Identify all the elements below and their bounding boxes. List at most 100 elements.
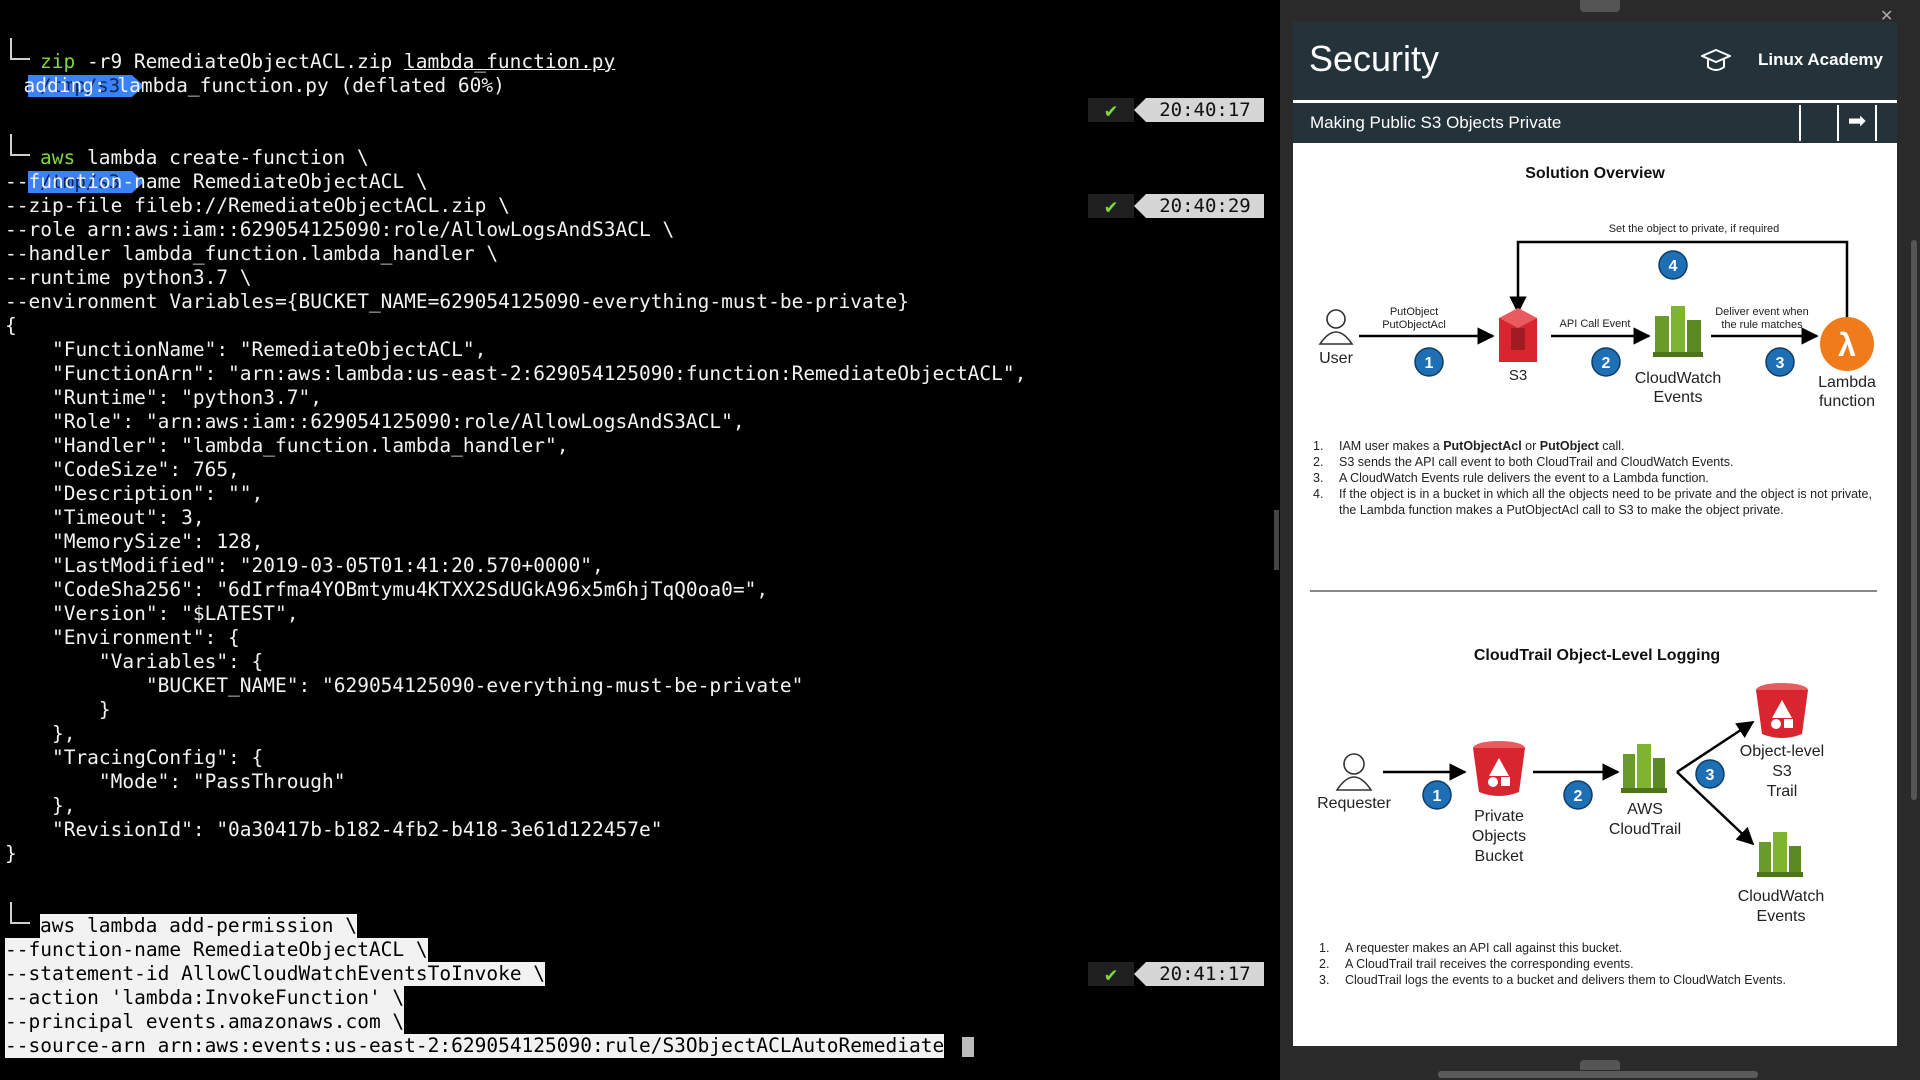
command-line[interactable]: aws lambda create-function \ xyxy=(0,146,1280,170)
list-item: 1. A requester makes an API call against … xyxy=(1319,941,1623,955)
s3-icon xyxy=(1499,308,1537,362)
selected-command-text[interactable]: --source-arn arn:aws:events:us-east-2:62… xyxy=(5,1034,945,1058)
json-output-line: }, xyxy=(5,794,76,817)
json-output-line: "RevisionId": "0a30417b-b182-4fb2-b418-3… xyxy=(5,818,663,841)
json-output-line: "Role": "arn:aws:iam::629054125090:role/… xyxy=(5,410,745,433)
close-icon[interactable]: ✕ xyxy=(1880,6,1893,25)
selected-command-text[interactable]: --action 'lambda:InvokeFunction' \ xyxy=(5,986,405,1010)
ct-step-badge-3: 3 xyxy=(1695,759,1725,789)
json-output-line: "CodeSize": 765, xyxy=(5,458,240,481)
list-item: 3. CloudTrail logs the events to a bucket… xyxy=(1319,973,1786,987)
panel-vertical-scrollbar[interactable] xyxy=(1911,240,1917,800)
output-line: adding: lambda_function.py (deflated 60%… xyxy=(0,74,505,97)
panel-top-handle[interactable] xyxy=(1580,0,1620,12)
trail-label: Trail xyxy=(1767,783,1798,800)
terminal-window[interactable]: /tmp/s3 ✔ 20:40:17 zip -r9 RemediateObje… xyxy=(0,0,1280,1080)
command-line[interactable]: zip -r9 RemediateObjectACL.zip lambda_fu… xyxy=(0,50,1280,74)
command-arg-line: --handler lambda_function.lambda_handler… xyxy=(5,242,499,265)
command-arg-line[interactable]: --function-name RemediateObjectACL \ xyxy=(0,938,1280,962)
json-output-line: "FunctionName": "RemediateObjectACL", xyxy=(5,338,487,361)
json-output-line: } xyxy=(5,698,111,721)
success-check-icon: ✔ xyxy=(1088,98,1134,122)
command-args: lambda create-function \ xyxy=(75,146,369,169)
text-cursor xyxy=(962,1037,974,1057)
object-level-trail-icon xyxy=(1756,683,1808,738)
prompt-timestamp-box: ✔ 20:40:17 xyxy=(1088,98,1264,122)
selected-command-text[interactable]: --statement-id AllowCloudWatchEventsToIn… xyxy=(5,962,546,986)
cw-events-events-label: Events xyxy=(1757,908,1806,925)
json-output-line: "Timeout": 3, xyxy=(5,506,205,529)
json-output-line: "Description": "", xyxy=(5,482,264,505)
cloudwatch-icon xyxy=(1653,306,1703,357)
json-output-line: "MemorySize": 128, xyxy=(5,530,264,553)
put-object-label: PutObject xyxy=(1390,306,1438,318)
rule-matches-label: the rule matches xyxy=(1721,319,1803,331)
ct-step-badge-1: 1 xyxy=(1422,780,1452,810)
cloudtrail-label: CloudTrail xyxy=(1609,821,1681,838)
json-output-line: "TracingConfig": { xyxy=(5,746,264,769)
slide-diagram: Solution Overview Set the object to priv… xyxy=(1310,165,1877,925)
json-output-line: "Variables": { xyxy=(5,650,264,673)
cloudtrail-steps-list: 1. A requester makes an API call against … xyxy=(1319,940,1879,988)
events-label: Events xyxy=(1654,389,1703,406)
list-item: 4. If the object is in a bucket in which … xyxy=(1313,487,1872,517)
command-file-link[interactable]: lambda_function.py xyxy=(404,50,615,73)
command-arg-line[interactable]: --source-arn arn:aws:events:us-east-2:62… xyxy=(0,1034,1280,1058)
command-line[interactable]: aws lambda add-permission \ xyxy=(0,914,1280,938)
objects-label: Objects xyxy=(1472,828,1526,845)
cloudwatch-label: CloudWatch xyxy=(1635,370,1722,387)
selected-command-text[interactable]: --principal events.amazonaws.com \ xyxy=(5,1010,405,1034)
bucket-label: Bucket xyxy=(1475,848,1524,865)
command-arg-line[interactable]: --action 'lambda:InvokeFunction' \ xyxy=(0,986,1280,1010)
json-output-line: { xyxy=(5,314,17,337)
command-arg-line[interactable]: --principal events.amazonaws.com \ xyxy=(0,1010,1280,1034)
deliver-event-label: Deliver event when xyxy=(1715,306,1809,318)
json-output-line: "Runtime": "python3.7", xyxy=(5,386,322,409)
selected-command-text[interactable]: aws lambda add-permission \ xyxy=(40,914,357,938)
cw-events-cloudwatch-label: CloudWatch xyxy=(1738,888,1825,905)
json-output-line: "FunctionArn": "arn:aws:lambda:us-east-2… xyxy=(5,362,1027,385)
svg-text:4: 4 xyxy=(1669,258,1678,275)
panel-horizontal-scrollbar[interactable] xyxy=(1438,1071,1758,1078)
aws-label: AWS xyxy=(1627,801,1663,818)
selected-command-text[interactable]: --function-name RemediateObjectACL \ xyxy=(5,938,428,962)
json-output-line: }, xyxy=(5,722,76,745)
api-call-label: API Call Event xyxy=(1560,318,1631,330)
command-arg-line[interactable]: --statement-id AllowCloudWatchEventsToIn… xyxy=(0,962,1280,986)
svg-text:3: 3 xyxy=(1706,767,1715,784)
cloudwatch-events-icon xyxy=(1757,832,1803,877)
command-arg-line: --environment Variables={BUCKET_NAME=629… xyxy=(5,290,909,313)
json-output-line: "LastModified": "2019-03-05T01:41:20.570… xyxy=(5,554,604,577)
svg-text:1: 1 xyxy=(1425,355,1434,372)
panel-bottom-handle[interactable] xyxy=(1580,1060,1620,1070)
svg-text:1: 1 xyxy=(1433,788,1442,805)
cloudtrail-icon xyxy=(1621,744,1667,793)
lambda-glyph: λ xyxy=(1838,327,1856,363)
command-args: -r9 RemediateObjectACL.zip xyxy=(75,50,404,73)
function-label: function xyxy=(1819,393,1875,410)
cloudtrail-heading: CloudTrail Object-Level Logging xyxy=(1474,647,1720,664)
command-arg-line: --zip-file fileb://RemediateObjectACL.zi… xyxy=(5,194,510,217)
object-level-label: Object-level xyxy=(1740,743,1824,760)
put-object-acl-label: PutObjectAcl xyxy=(1382,319,1446,331)
solution-heading: Solution Overview xyxy=(1525,165,1665,182)
prompt-time: 20:40:17 xyxy=(1146,98,1264,122)
list-item: 3. A CloudWatch Events rule delivers the … xyxy=(1313,471,1709,485)
private-bucket-icon xyxy=(1473,741,1525,796)
s3-label: S3 xyxy=(1509,367,1527,384)
prompt-line: /tmp/s3 ✔ 20:40:29 xyxy=(0,122,1280,218)
svg-text:2: 2 xyxy=(1574,788,1583,805)
json-output-line: "Mode": "PassThrough" xyxy=(5,770,346,793)
json-output-line: "Environment": { xyxy=(5,626,240,649)
terminal-scroll-thumb[interactable] xyxy=(1274,510,1279,570)
step-badge-4: 4 xyxy=(1658,250,1688,280)
timestamp-arrow-icon xyxy=(1134,98,1146,122)
step-badge-3: 3 xyxy=(1765,347,1795,377)
step-badge-2: 2 xyxy=(1591,347,1621,377)
list-item: 1. IAM user makes a PutObjectAcl or PutOb… xyxy=(1313,439,1625,453)
ct-step-badge-2: 2 xyxy=(1563,780,1593,810)
lambda-label: Lambda xyxy=(1818,374,1876,391)
requester-label: Requester xyxy=(1317,795,1391,812)
requester-icon xyxy=(1335,753,1373,791)
svg-text:2: 2 xyxy=(1602,355,1611,372)
